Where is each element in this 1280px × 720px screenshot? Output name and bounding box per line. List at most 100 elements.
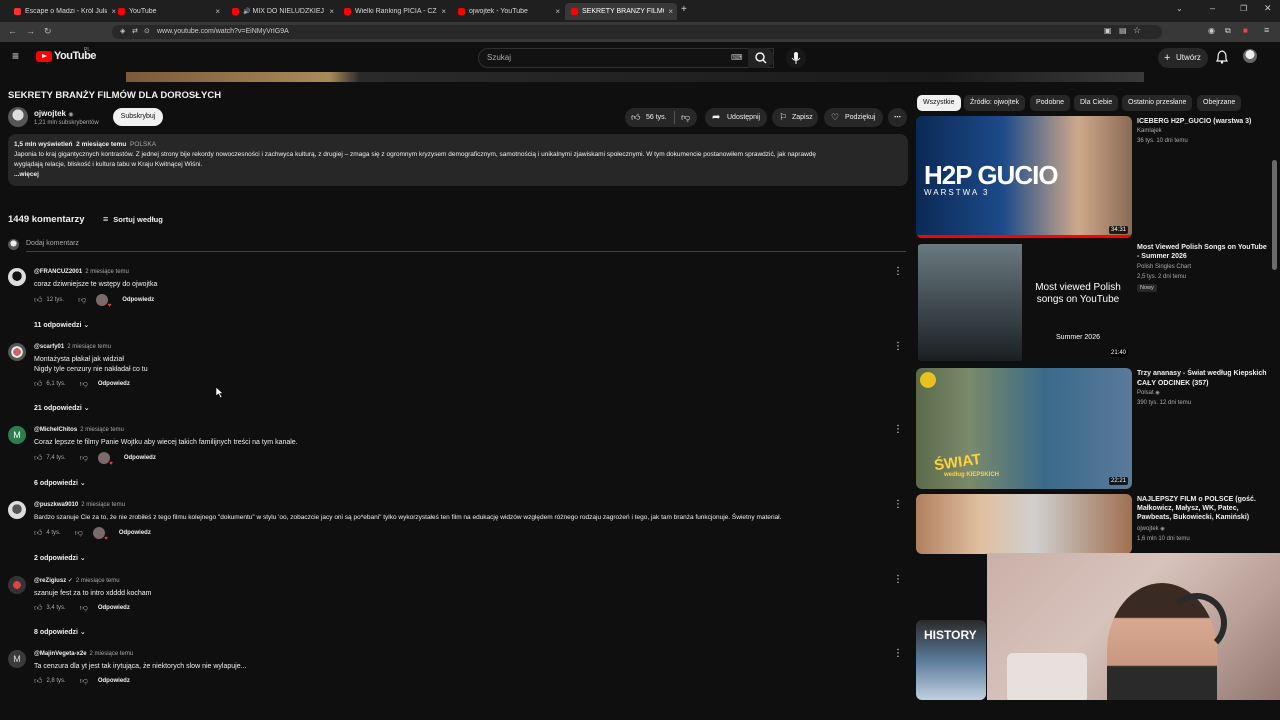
voice-search-button[interactable]	[786, 48, 806, 68]
thanks-button[interactable]: ♡ Podziękuj	[824, 108, 883, 127]
recommended-title[interactable]: CAŁY ODCINEK (357)	[1137, 379, 1267, 388]
browser-tab[interactable]: Escape o Madzi - Król Julian & ×	[8, 3, 120, 20]
recommended-channel[interactable]: Polish Singles Chart	[1137, 264, 1191, 270]
show-more-link[interactable]: ...więcej	[14, 170, 902, 180]
dislike-icon[interactable]: 👎︎	[80, 603, 88, 613]
comment-author[interactable]: @reZigiusz ✓ 2 miesiące temu	[34, 577, 120, 584]
channel-name[interactable]: ojwojtek ◉	[34, 109, 74, 118]
view-replies-button[interactable]: 8 odpowiedzi ⌄	[34, 628, 86, 636]
comment-menu-icon[interactable]: ⋮	[893, 266, 903, 277]
comment-author[interactable]: @scarfy01 2 miesiące temu	[34, 344, 111, 350]
channel-avatar[interactable]	[8, 107, 28, 127]
reload-icon[interactable]: ↻	[44, 26, 52, 37]
filter-chip-all[interactable]: Wszystkie	[917, 95, 961, 111]
create-button[interactable]: + Utwórz	[1158, 48, 1208, 68]
tab-close-icon[interactable]: ×	[551, 7, 564, 16]
recommended-title[interactable]: ICEBERG H2P_GUCIO (warstwa 3)	[1137, 117, 1267, 126]
recommended-thumbnail[interactable]: H2P GUCIO WARSTWA 3 34:31	[916, 116, 1132, 238]
hamburger-menu-icon[interactable]: ≡	[12, 49, 19, 63]
comment-author[interactable]: @puszkwa9010 2 miesiące temu	[34, 502, 125, 508]
recommended-channel[interactable]: ojwojtek ◉	[1137, 526, 1165, 532]
recommended-title[interactable]: NAJLEPSZY FILM o POLSCE (gość.	[1137, 495, 1267, 504]
extension-badge-icon[interactable]: ■	[1243, 26, 1248, 35]
search-button[interactable]	[748, 48, 774, 68]
recommended-channel[interactable]: Kamlajek	[1137, 128, 1162, 134]
forward-icon[interactable]: →	[26, 26, 35, 36]
country-tag[interactable]: POLSKA	[130, 141, 156, 148]
dislike-button[interactable]: 👎︎	[681, 108, 690, 127]
account-icon[interactable]: ◉	[1208, 26, 1215, 35]
like-button[interactable]: 👍︎	[631, 108, 640, 127]
recommended-thumbnail[interactable]	[916, 494, 1132, 554]
like-icon[interactable]: 👍︎	[34, 295, 42, 305]
comment-avatar[interactable]	[8, 576, 26, 594]
filter-chip-recent[interactable]: Ostatnio przesłane	[1122, 95, 1193, 111]
comment-avatar[interactable]: M	[8, 426, 26, 444]
browser-tab[interactable]: ojwojtek - YouTube ×	[452, 3, 564, 20]
like-icon[interactable]: 👍︎	[34, 528, 42, 538]
add-comment-input[interactable]: Dodaj komentarz	[26, 240, 79, 247]
keyboard-icon[interactable]: ⌨	[731, 49, 743, 67]
like-icon[interactable]: 👍︎	[34, 676, 42, 686]
back-icon[interactable]: ←	[8, 26, 17, 36]
reply-button[interactable]: Odpowiedz	[98, 678, 130, 684]
more-actions-button[interactable]: ⋯	[888, 108, 907, 127]
youtube-logo-icon[interactable]	[36, 51, 52, 62]
comment-avatar[interactable]	[8, 501, 26, 519]
filter-chip-watched[interactable]: Obejrzane	[1197, 95, 1242, 111]
minimize-icon[interactable]: –	[1210, 3, 1215, 13]
extensions-icon[interactable]: ⧉	[1225, 26, 1231, 36]
filter-chip-similar[interactable]: Podobne	[1030, 95, 1071, 111]
view-replies-button[interactable]: 21 odpowiedzi ⌄	[34, 404, 90, 412]
comment-avatar[interactable]	[8, 268, 26, 286]
comment-author[interactable]: @MichelChitos 2 miesiące temu	[34, 427, 124, 433]
reply-button[interactable]: Odpowiedz	[124, 455, 156, 461]
reply-button[interactable]: Odpowiedz	[119, 530, 151, 536]
page-scrollbar[interactable]	[1272, 160, 1277, 270]
comment-author[interactable]: @MajinVegeta-x2e 2 miesiące temu	[34, 651, 133, 657]
video-description[interactable]: 1,5 mln wyświetleń 2 miesiące temu POLSK…	[8, 134, 908, 186]
maximize-icon[interactable]: ❐	[1240, 4, 1247, 13]
tab-close-icon[interactable]: ×	[211, 7, 224, 16]
browser-tab[interactable]: YouTube ×	[112, 3, 224, 20]
recommended-title[interactable]: Małkowicz, Małysz, WK, Patec, Pawbeats, …	[1137, 504, 1267, 522]
save-button[interactable]: ⚐ Zapisz	[772, 108, 818, 127]
comment-menu-icon[interactable]: ⋮	[893, 574, 903, 585]
dislike-icon[interactable]: 👎︎	[80, 379, 88, 389]
browser-tab[interactable]: 🔊 MIX DO NIELUDZKIEJ PI ×	[226, 3, 338, 20]
recommended-title[interactable]: - Summer 2026	[1137, 252, 1267, 261]
bookmark-star-icon[interactable]: ☆	[1133, 25, 1141, 36]
dislike-icon[interactable]: 👎︎	[78, 295, 86, 305]
comment-avatar[interactable]: M	[8, 650, 26, 668]
window-close-icon[interactable]: ✕	[1264, 3, 1272, 14]
tab-search-icon[interactable]: ⌄	[1176, 4, 1183, 13]
recommended-thumbnail[interactable]: Most viewed Polish songs on YouTube Summ…	[916, 244, 1132, 361]
recommended-thumbnail[interactable]: ŚWIAT według KIEPSKICH 22:21	[916, 368, 1132, 489]
recommended-channel[interactable]: Polsat ◉	[1137, 390, 1160, 396]
comment-menu-icon[interactable]: ⋮	[893, 341, 903, 352]
dislike-icon[interactable]: 👎︎	[80, 453, 88, 463]
dislike-icon[interactable]: 👎︎	[80, 676, 88, 686]
subscribe-button[interactable]: Subskrybuj	[113, 108, 163, 126]
comment-avatar[interactable]	[8, 343, 26, 361]
url-field[interactable]: ◈ ⇄ ⊙ www.youtube.com/watch?v=EiNMyVrIG9…	[112, 25, 1162, 39]
recommended-title[interactable]: Most Viewed Polish Songs on YouTube	[1137, 243, 1267, 252]
notifications-bell-icon[interactable]	[1216, 50, 1228, 64]
filter-chip-for-you[interactable]: Dla Ciebie	[1074, 95, 1119, 111]
like-count[interactable]: 56 tys.	[646, 108, 667, 127]
video-player-edge[interactable]	[126, 72, 1144, 82]
browser-tab-active[interactable]: SEKRETY BRANŻY FILMÓW DLA ×	[565, 3, 677, 20]
tab-close-icon[interactable]: ×	[437, 7, 450, 16]
dislike-icon[interactable]: 👎︎	[75, 528, 83, 538]
comment-author[interactable]: @FRANCUZ2001 2 miesiące temu	[34, 269, 129, 275]
view-replies-button[interactable]: 6 odpowiedzi ⌄	[34, 479, 86, 487]
tab-close-icon[interactable]: ×	[325, 7, 338, 16]
browser-tab[interactable]: Wielki Ranking PICIA - CZEGO ×	[338, 3, 450, 20]
like-icon[interactable]: 👍︎	[34, 453, 42, 463]
like-icon[interactable]: 👍︎	[34, 603, 42, 613]
recommended-thumbnail[interactable]: HISTORY	[916, 620, 986, 700]
reply-button[interactable]: Odpowiedz	[122, 297, 154, 303]
pip-icon[interactable]: ▣	[1104, 26, 1112, 35]
user-avatar[interactable]	[1243, 49, 1257, 63]
reply-button[interactable]: Odpowiedz	[98, 381, 130, 387]
